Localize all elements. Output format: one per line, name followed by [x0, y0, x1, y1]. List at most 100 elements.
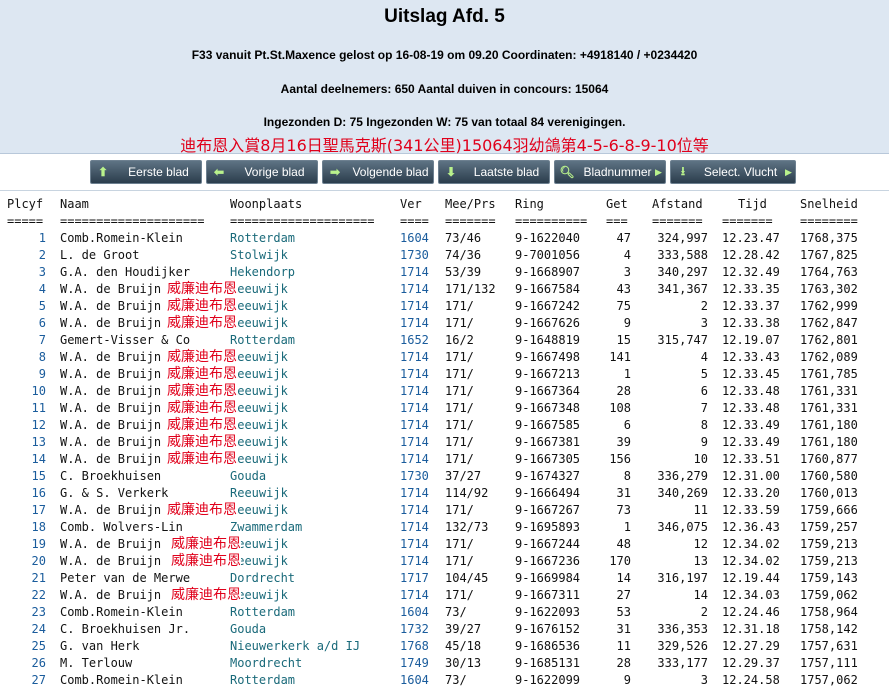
table-row: 27 Comb.Romein-Klein Rotterdam 1604 73/9-162…: [0, 672, 889, 689]
separator: =====: [7, 214, 44, 228]
cell-get: 156: [609, 452, 631, 466]
chinese-name-overlay: 威廉迪布恩: [171, 536, 241, 553]
cell-get: 170: [609, 554, 631, 568]
cell-plcyf: 12: [31, 418, 46, 432]
cell-get: 28: [616, 656, 631, 670]
cell-plcyf: 20: [31, 554, 46, 568]
col-snelheid: Snelheid: [800, 197, 858, 211]
col-mee-prs: Mee/Prs: [445, 197, 496, 211]
cell-naam: C. Broekhuisen Jr.: [60, 622, 191, 636]
table-row: 3 G.A. den Houdijker Hekendorp 1714 53/39 9-1…: [0, 264, 889, 281]
cell-afstand: 7: [700, 401, 708, 415]
cell-woonplaats: Moordrecht: [230, 656, 303, 670]
chinese-name-overlay: 威廉迪布恩: [171, 587, 241, 604]
cell-ver: 1714: [400, 418, 429, 432]
cell-plcyf: 6: [38, 316, 46, 330]
cell-mee-prs: 171/: [445, 367, 474, 381]
cell-snelheid: 1764,763: [800, 265, 858, 279]
next-page-label: Volgende blad: [352, 165, 429, 179]
first-page-button[interactable]: ⬆ Eerste blad: [90, 160, 202, 184]
cell-ver: 1714: [400, 401, 429, 415]
cell-tijd: 12.33.20: [722, 486, 780, 500]
cell-naam: Comb. Wolvers-Lin: [60, 520, 183, 534]
chinese-name-overlay: 威廉迪布恩: [171, 553, 241, 570]
cell-tijd: 12.33.48: [722, 384, 780, 398]
cell-afstand: 341,367: [657, 282, 708, 296]
cell-ring: 9-1667244: [515, 537, 581, 551]
cell-mee-prs: 171/: [445, 503, 474, 517]
cell-afstand: 2: [700, 605, 708, 619]
cell-get: 108: [609, 401, 631, 415]
cell-get: 27: [616, 588, 631, 602]
chinese-name-overlay: 威廉迪布恩: [167, 366, 237, 383]
cell-snelheid: 1762,999: [800, 299, 858, 313]
chinese-name-overlay: 威廉迪布恩: [167, 502, 237, 519]
last-page-label: Laatste blad: [473, 165, 540, 179]
cell-snelheid: 1768,375: [800, 231, 858, 245]
cell-naam: W.A. de Bruijn: [60, 537, 162, 551]
cell-mee-prs: 45/18: [445, 639, 482, 653]
cell-afstand: 12: [693, 537, 708, 551]
cell-ver: 1604: [400, 605, 429, 619]
cell-plcyf: 24: [31, 622, 46, 636]
cell-afstand: 3: [700, 673, 708, 687]
cell-tijd: 12.28.42: [722, 248, 780, 262]
col-ver: Ver: [400, 197, 422, 211]
cell-snelheid: 1761,180: [800, 418, 858, 432]
cell-mee-prs: 73/: [445, 673, 467, 687]
next-page-button[interactable]: ➡ Volgende blad: [322, 160, 434, 184]
cell-plcyf: 4: [38, 282, 46, 296]
cell-woonplaats: Reeuwijk: [230, 282, 288, 296]
page-number-button[interactable]: 🔍︎ Bladnummer ▶: [554, 160, 666, 184]
cell-plcyf: 22: [31, 588, 46, 602]
cell-tijd: 12.33.45: [722, 367, 780, 381]
cell-snelheid: 1760,013: [800, 486, 858, 500]
cell-ring: 9-1667585: [515, 418, 581, 432]
cell-ring: 9-1667381: [515, 435, 581, 449]
cell-snelheid: 1761,180: [800, 435, 858, 449]
cell-snelheid: 1758,964: [800, 605, 858, 619]
cell-mee-prs: 53/39: [445, 265, 482, 279]
cell-snelheid: 1759,666: [800, 503, 858, 517]
cell-afstand: 8: [700, 418, 708, 432]
cell-snelheid: 1761,331: [800, 384, 858, 398]
cell-snelheid: 1759,062: [800, 588, 858, 602]
cell-ring: 9-1667584: [515, 282, 581, 296]
cell-naam: W.A. de Bruijn: [60, 452, 162, 466]
cell-mee-prs: 171/: [445, 435, 474, 449]
cell-woonplaats: Gouda: [230, 622, 267, 636]
cell-tijd: 12.33.49: [722, 418, 780, 432]
cell-tijd: 12.36.43: [722, 520, 780, 534]
cell-afstand: 333,588: [657, 248, 708, 262]
go-arrow-icon: ▶: [785, 166, 792, 177]
cell-plcyf: 23: [31, 605, 46, 619]
separator: ====: [400, 214, 429, 228]
cell-mee-prs: 171/: [445, 401, 474, 415]
table-row: 10 W.A. de Bruijn Reeuwijk 1714 171/9-166736…: [0, 383, 889, 400]
chinese-name-overlay: 威廉迪布恩: [167, 451, 237, 468]
cell-get: 53: [616, 605, 631, 619]
cell-snelheid: 1757,062: [800, 673, 858, 687]
cell-tijd: 12.33.38: [722, 316, 780, 330]
cell-plcyf: 11: [31, 401, 46, 415]
previous-page-button[interactable]: ⬅ Vorige blad: [206, 160, 318, 184]
cell-plcyf: 1: [38, 231, 46, 245]
col-plcyf: Plcyf: [7, 197, 44, 211]
cell-naam: G.A. den Houdijker: [60, 265, 191, 279]
cell-woonplaats: Zwammerdam: [230, 520, 303, 534]
arrow-left-icon: ⬅: [213, 165, 225, 179]
page-number-label: Bladnummer: [583, 165, 652, 179]
cell-woonplaats: Gouda: [230, 469, 267, 483]
cell-ver: 1714: [400, 299, 429, 313]
select-flight-button[interactable]: ⭳ Select. Vlucht ▶: [670, 160, 796, 184]
cell-plcyf: 10: [31, 384, 46, 398]
report-header: Uitslag Afd. 5 F33 vanuit Pt.St.Maxence …: [0, 0, 889, 155]
table-row: 19 W.A. de Bruijn Reeuwijk 1714 171/9-166724…: [0, 536, 889, 553]
last-page-button[interactable]: ⬇ Laatste blad: [438, 160, 550, 184]
cell-mee-prs: 171/: [445, 418, 474, 432]
cell-ring: 9-1648819: [515, 333, 581, 347]
cell-get: 8: [623, 469, 631, 483]
cell-naam: Comb.Romein-Klein: [60, 605, 183, 619]
cell-snelheid: 1757,631: [800, 639, 858, 653]
cell-ver: 1604: [400, 673, 429, 687]
